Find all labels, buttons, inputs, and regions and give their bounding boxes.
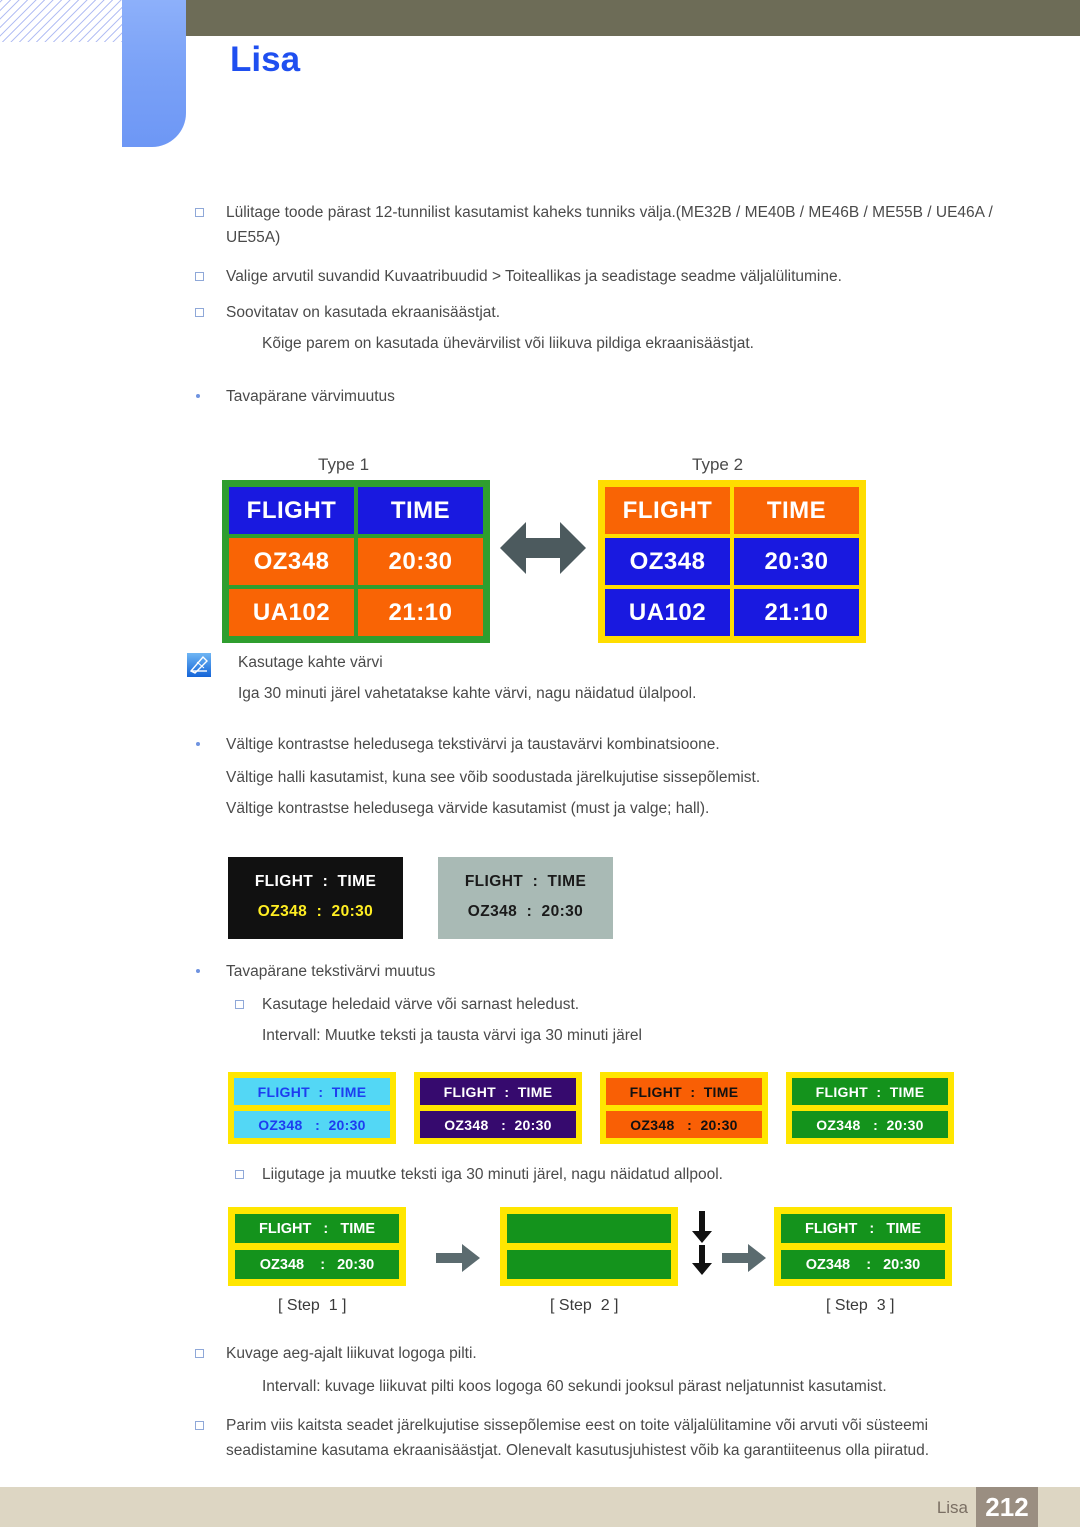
board-cell-time-header: TIME xyxy=(734,487,859,534)
note-body: Iga 30 minuti järel vahetatakse kahte vä… xyxy=(238,685,697,702)
list-item-note: Kõige parem on kasutada ühevärvilist või… xyxy=(262,335,754,352)
step3-caption: [ Step 3 ] xyxy=(826,1297,895,1314)
page-number-badge: 212 xyxy=(976,1487,1038,1527)
color-panel-cyan: FLIGHT : TIME OZ348 : 20:30 xyxy=(228,1072,396,1144)
page-title: Lisa xyxy=(230,40,301,79)
step2-caption: [ Step 2 ] xyxy=(550,1297,619,1314)
interval-text: Intervall: Muutke teksti ja tausta värvi… xyxy=(262,1027,642,1044)
interval-logo-text: Intervall: kuvage liikuvat pilti koos lo… xyxy=(262,1378,887,1395)
type-comparison: Type 1 Type 2 FLIGHT TIME OZ348 20:30 UA… xyxy=(0,425,1080,643)
panel-data-row: OZ348 : 20:30 xyxy=(420,1111,576,1138)
step1-caption: [ Step 1 ] xyxy=(278,1297,347,1314)
panel-data-row: OZ348 : 20:30 xyxy=(234,1111,390,1138)
panel-header-row: FLIGHT : TIME xyxy=(420,1078,576,1105)
list-item: Valige arvutil suvandid Kuvaatribuudid >… xyxy=(186,264,1016,289)
panel-scrolling-row-2: EA0110 : 20:30 KL0025 : 16:50 xyxy=(507,1250,671,1279)
board-cell-flight2: UA102 xyxy=(229,589,354,636)
hatch-decoration xyxy=(0,0,122,42)
best-way-item: Parim viis kaitsta seadet järelkujutise … xyxy=(186,1413,986,1463)
panel-data-row: OZ348 : 20:30 xyxy=(257,903,374,920)
footer-label: Lisa xyxy=(936,1498,968,1517)
panel-data-row: OZ348 : 20:30 xyxy=(792,1111,948,1138)
scroll-line-3: EA0110 : 20:30 xyxy=(515,1277,663,1279)
page-content: Lülitage toode pärast 12-tunnilist kasut… xyxy=(0,200,1080,1463)
flight-board-type2: FLIGHT TIME OZ348 20:30 UA102 21:10 xyxy=(598,480,866,643)
avoid-contrast-item: Vältige kontrastse heledusega tekstivärv… xyxy=(186,732,1080,757)
note-title: Kasutage kahte värvi xyxy=(238,654,383,671)
panel-data-row: OZ348 : 20:30 xyxy=(467,903,584,920)
board-cell-flight-header: FLIGHT xyxy=(605,487,730,534)
pen-note-icon xyxy=(186,652,212,678)
panel-header-row: FLIGHT : TIME xyxy=(464,873,587,890)
color-panel-green: FLIGHT : TIME OZ348 : 20:30 xyxy=(786,1072,954,1144)
list-item: Soovitatav on kasutada ekraanisäästjat. xyxy=(186,300,1080,325)
mono-panel-row: FLIGHT : TIME OZ348 : 20:30 FLIGHT : TIM… xyxy=(0,839,1080,939)
move-text-item: Liigutage ja muutke teksti iga 30 minuti… xyxy=(226,1162,1080,1187)
avoid-bw-text: Vältige kontrastse heledusega värvide ka… xyxy=(226,800,710,817)
board-cell-flight1: OZ348 xyxy=(605,538,730,585)
board-cell-flight1: OZ348 xyxy=(229,538,354,585)
swap-arrow-icon xyxy=(500,518,586,578)
step1-panel: FLIGHT : TIME OZ348 : 20:30 xyxy=(228,1207,406,1286)
board-cell-time1: 20:30 xyxy=(734,538,859,585)
board-cell-time1: 20:30 xyxy=(358,538,483,585)
panel-header-row: FLIGHT : TIME xyxy=(254,873,377,890)
type1-label: Type 1 xyxy=(318,455,370,474)
quad-panel-row: FLIGHT : TIME OZ348 : 20:30 FLIGHT : TIM… xyxy=(0,1062,1080,1154)
type2-label: Type 2 xyxy=(692,455,744,474)
board-cell-time-header: TIME xyxy=(358,487,483,534)
right-arrow-icon xyxy=(436,1243,480,1273)
note-block: Kasutage kahte värvi Iga 30 minuti järel… xyxy=(186,650,1080,706)
board-cell-flight2: UA102 xyxy=(605,589,730,636)
show-logo-item: Kuvage aeg-ajalt liikuvat logoga pilti. xyxy=(186,1341,1080,1366)
down-arrows-icon xyxy=(690,1211,714,1277)
board-cell-time2: 21:10 xyxy=(734,589,859,636)
step2-panel: OP0310 : 24:20 KL0125 : 13:50 EA0110 : 2… xyxy=(500,1207,678,1286)
panel-header-row: FLIGHT : TIME xyxy=(234,1078,390,1105)
color-panel-orange: FLIGHT : TIME OZ348 : 20:30 xyxy=(600,1072,768,1144)
step3-panel: FLIGHT : TIME OZ348 : 20:30 xyxy=(774,1207,952,1286)
panel-data-row: OZ348 : 20:30 xyxy=(606,1111,762,1138)
list-item: Lülitage toode pärast 12-tunnilist kasut… xyxy=(186,200,996,250)
flight-board-type1: FLIGHT TIME OZ348 20:30 UA102 21:10 xyxy=(222,480,490,643)
blue-side-tab xyxy=(122,0,186,147)
panel-data-row: OZ348 : 20:30 xyxy=(235,1250,399,1279)
panel-header-row: FLIGHT : TIME xyxy=(235,1214,399,1243)
step-sequence: FLIGHT : TIME OZ348 : 20:30 OP0310 : 24:… xyxy=(0,1199,1080,1329)
panel-data-row: OZ348 : 20:30 xyxy=(781,1250,945,1279)
gray-flight-panel: FLIGHT : TIME OZ348 : 20:30 xyxy=(438,857,613,939)
board-cell-flight-header: FLIGHT xyxy=(229,487,354,534)
color-panel-purple: FLIGHT : TIME OZ348 : 20:30 xyxy=(414,1072,582,1144)
panel-header-row: FLIGHT : TIME xyxy=(792,1078,948,1105)
right-arrow-icon xyxy=(722,1243,766,1273)
section-text-color-change: Tavapärane tekstivärvi muutus xyxy=(186,959,1080,984)
avoid-gray-text: Vältige halli kasutamist, kuna see võib … xyxy=(226,769,761,786)
footer-bar xyxy=(0,1487,1080,1527)
panel-header-row: FLIGHT : TIME xyxy=(781,1214,945,1243)
panel-scrolling-row-1: OP0310 : 24:20 KL0125 : 13:50 xyxy=(507,1214,671,1243)
section-color-change: Tavapärane värvimuutus xyxy=(186,384,1080,409)
use-bright-item: Kasutage heledaid värve või sarnast hele… xyxy=(226,992,1080,1017)
panel-header-row: FLIGHT : TIME xyxy=(606,1078,762,1105)
header-bar xyxy=(186,0,1080,36)
board-cell-time2: 21:10 xyxy=(358,589,483,636)
scroll-line-1: OP0310 : 24:20 xyxy=(515,1241,663,1243)
black-flight-panel: FLIGHT : TIME OZ348 : 20:30 xyxy=(228,857,403,939)
